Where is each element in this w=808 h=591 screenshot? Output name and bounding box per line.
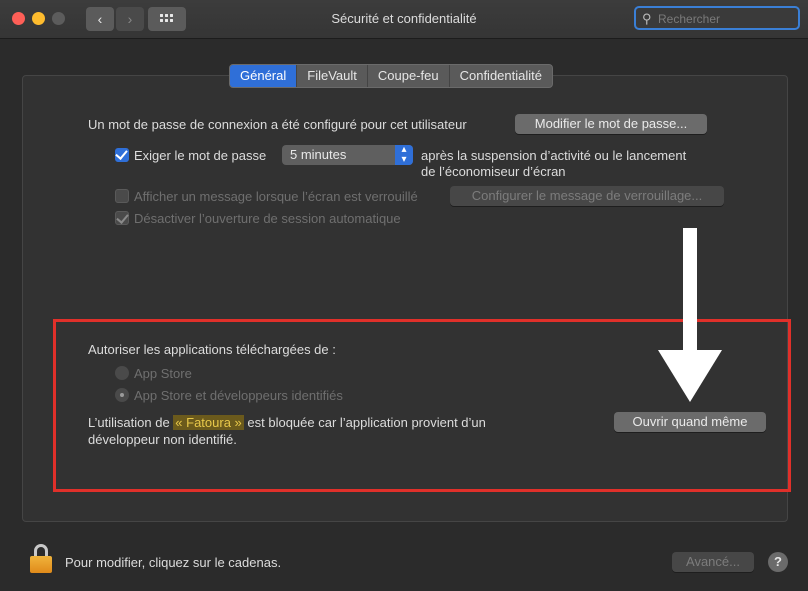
- annotation-arrow-icon: [683, 228, 697, 366]
- tab-bar: Général FileVault Coupe-feu Confidential…: [229, 64, 553, 88]
- tab-filevault[interactable]: FileVault: [297, 65, 368, 87]
- radio-app-store-identified-label: App Store et développeurs identifiés: [134, 388, 343, 403]
- open-anyway-button[interactable]: Ouvrir quand même: [614, 412, 766, 432]
- require-password-checkbox[interactable]: [115, 147, 129, 162]
- search-icon: ⚲: [642, 11, 652, 26]
- radio-app-store[interactable]: [115, 366, 129, 380]
- after-sleep-text-1: après la suspension d’activité ou le lan…: [421, 148, 687, 163]
- show-message-checkbox[interactable]: [115, 189, 129, 203]
- title-bar: ‹ › Sécurité et confidentialité ⚲: [0, 0, 808, 39]
- advanced-button[interactable]: Avancé...: [672, 552, 754, 572]
- disable-autologin-label: Désactiver l’ouverture de session automa…: [134, 211, 401, 226]
- tab-privacy[interactable]: Confidentialité: [450, 65, 552, 87]
- password-delay-select[interactable]: 5 minutes ▴ ▾: [282, 145, 413, 165]
- radio-app-store-identified[interactable]: [115, 388, 129, 402]
- chevron-up-down-icon: ▴ ▾: [395, 145, 413, 165]
- lock-icon[interactable]: [30, 544, 52, 574]
- tab-firewall[interactable]: Coupe-feu: [368, 65, 450, 87]
- blocked-app-message: L’utilisation de « Fatoura » est bloquée…: [88, 415, 486, 430]
- annotation-arrow-head-icon: [658, 350, 722, 402]
- lock-hint-text: Pour modifier, cliquez sur le cadenas.: [65, 555, 282, 570]
- allow-apps-label: Autoriser les applications téléchargées …: [88, 342, 336, 357]
- after-sleep-text-2: de l’économiseur d’écran: [421, 164, 566, 179]
- tab-general[interactable]: Général: [230, 65, 298, 87]
- search-field[interactable]: ⚲: [634, 6, 800, 30]
- configure-lock-message-button[interactable]: Configurer le message de verrouillage...: [450, 186, 724, 206]
- password-delay-value: 5 minutes: [290, 147, 347, 162]
- show-message-label: Afficher un message lorsque l’écran est …: [134, 189, 418, 204]
- blocked-suffix: est bloquée car l’application provient d…: [243, 415, 486, 430]
- change-password-button[interactable]: Modifier le mot de passe...: [515, 114, 707, 134]
- blocked-prefix: L’utilisation de: [88, 415, 174, 430]
- radio-app-store-label: App Store: [134, 366, 192, 381]
- disable-autologin-checkbox[interactable]: [115, 211, 129, 225]
- checkmark-icon: [115, 147, 128, 160]
- search-input[interactable]: [656, 9, 800, 29]
- blocked-app-name: « Fatoura »: [173, 415, 244, 430]
- password-configured-text: Un mot de passe de connexion a été confi…: [88, 117, 467, 132]
- help-button[interactable]: ?: [768, 552, 788, 572]
- checkmark-icon: [116, 211, 129, 224]
- blocked-app-message-2: développeur non identifié.: [88, 432, 237, 447]
- require-password-label: Exiger le mot de passe: [134, 148, 267, 163]
